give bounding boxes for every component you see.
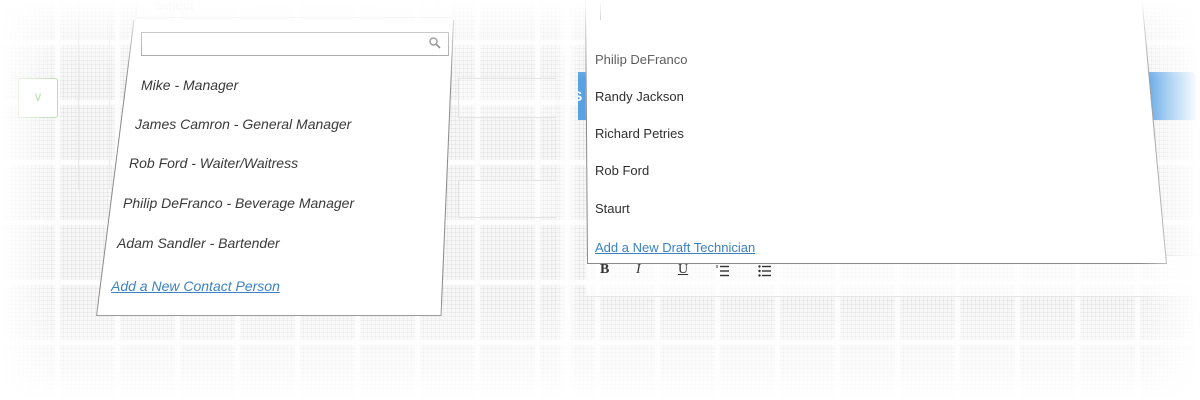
unordered-list-icon[interactable] bbox=[758, 264, 772, 278]
chevron-down-icon: ∨ bbox=[434, 0, 443, 7]
technician-option[interactable]: Richard Petries bbox=[595, 126, 684, 141]
contact-option[interactable]: Philip DeFranco - Beverage Manager bbox=[123, 195, 354, 211]
bold-button[interactable]: B bbox=[600, 262, 609, 278]
contact-select[interactable]: Select ∨ bbox=[136, 0, 454, 18]
contact-option[interactable]: Mike - Manager bbox=[141, 77, 238, 93]
technician-option[interactable]: Rob Ford bbox=[595, 163, 649, 178]
italic-button[interactable]: I bbox=[636, 262, 641, 278]
background-field bbox=[458, 78, 556, 118]
contact-person-scene: ∨ Select ∨ Mike - Manager James Camron -… bbox=[0, 0, 556, 400]
search-icon[interactable] bbox=[428, 36, 442, 50]
draft-technician-scene: S B I U Philip DeFranco Randy Jackson Ri… bbox=[578, 0, 1200, 400]
technician-option[interactable]: Staurt bbox=[595, 201, 630, 216]
add-contact-link[interactable]: Add a New Contact Person bbox=[111, 278, 280, 294]
add-technician-link[interactable]: Add a New Draft Technician bbox=[595, 240, 755, 255]
technician-search-cursor bbox=[600, 0, 601, 20]
technician-option[interactable]: Philip DeFranco bbox=[595, 52, 688, 67]
chevron-down-icon[interactable]: ∨ bbox=[18, 78, 58, 118]
underline-button[interactable]: U bbox=[678, 262, 688, 278]
background-field bbox=[78, 0, 110, 190]
contact-search bbox=[141, 32, 449, 56]
select-placeholder: Select bbox=[155, 0, 194, 13]
contact-option[interactable]: Adam Sandler - Bartender bbox=[117, 235, 280, 251]
search-input[interactable] bbox=[146, 35, 420, 55]
contact-option[interactable]: James Camron - General Manager bbox=[135, 116, 351, 132]
contact-option[interactable]: Rob Ford - Waiter/Waitress bbox=[129, 155, 298, 171]
background-field bbox=[458, 180, 556, 218]
ordered-list-icon[interactable] bbox=[716, 264, 730, 278]
scene-divider bbox=[556, 0, 578, 400]
technician-option[interactable]: Randy Jackson bbox=[595, 89, 684, 104]
